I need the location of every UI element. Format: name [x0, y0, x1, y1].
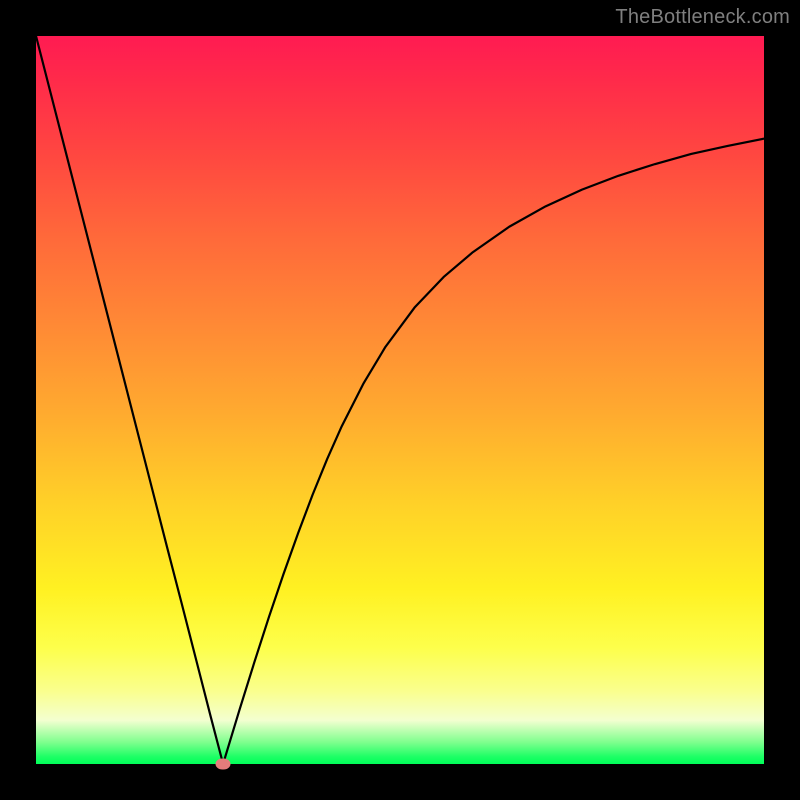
source-credit: TheBottleneck.com	[615, 6, 790, 29]
chart-frame: TheBottleneck.com	[0, 0, 800, 800]
plot-area	[36, 36, 764, 764]
optimum-marker	[216, 759, 231, 770]
bottleneck-curve	[36, 36, 764, 764]
